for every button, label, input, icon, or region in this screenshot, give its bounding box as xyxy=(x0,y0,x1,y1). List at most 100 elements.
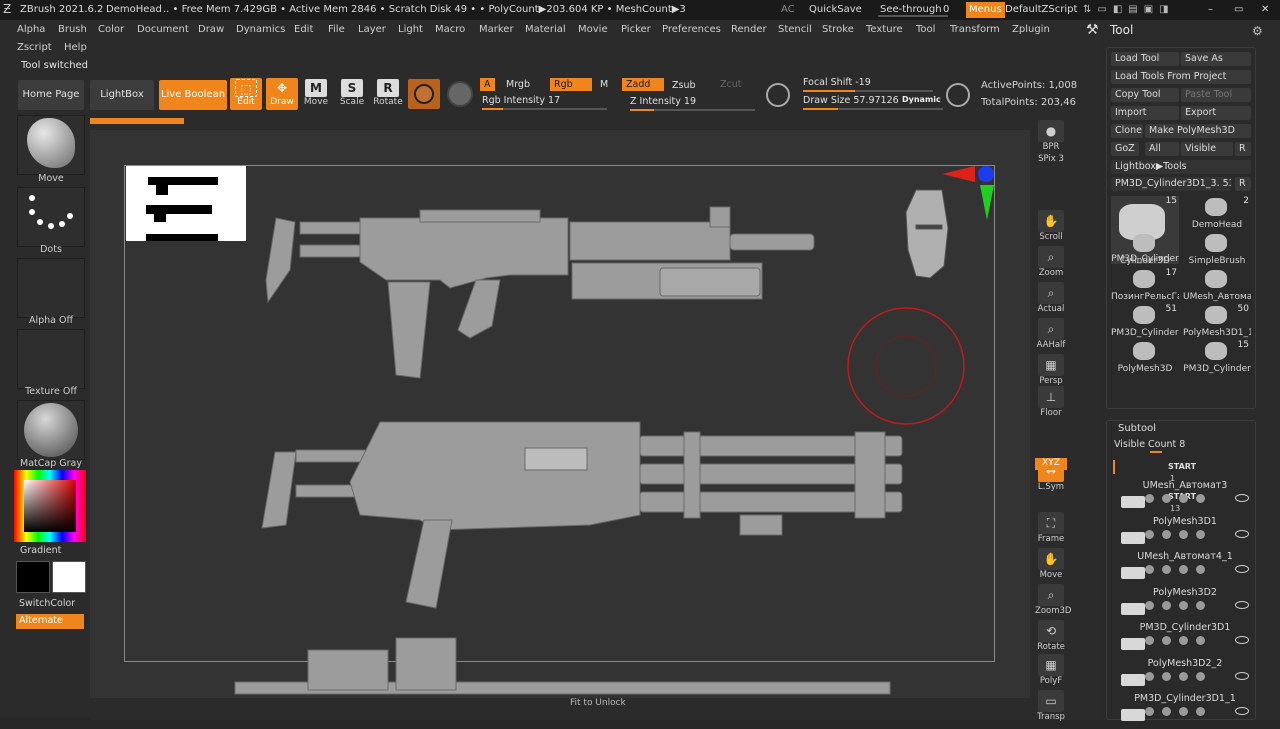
tool-thumbnail[interactable]: PM3D_Cylinder 15 xyxy=(1183,340,1251,374)
live-boolean-button[interactable]: Live Boolean xyxy=(159,80,227,110)
subtool-toggle-icon[interactable] xyxy=(1179,565,1188,574)
rgb-intensity-slider[interactable]: Rgb Intensity 17 xyxy=(482,95,607,110)
close-icon[interactable]: ✕ xyxy=(1261,4,1269,15)
subtool-toggle-icon[interactable] xyxy=(1145,565,1154,574)
tool-panel-title[interactable]: Tool xyxy=(1110,23,1133,37)
subtool-toggle-icon[interactable] xyxy=(1179,494,1188,503)
draw-d-icon[interactable] xyxy=(946,83,970,107)
zoom-button[interactable]: ⌕ Zoom xyxy=(1035,246,1067,278)
subtool-toggle-icon[interactable] xyxy=(1196,529,1205,539)
persp-button[interactable]: ▦ Persp xyxy=(1035,354,1067,386)
spix-slider[interactable]: SPix 3 xyxy=(1035,154,1067,164)
current-tool-r-button[interactable]: R xyxy=(1235,177,1251,191)
focal-shift-slider[interactable]: Focal Shift -19 xyxy=(803,77,933,92)
subtool-toggle-icon[interactable] xyxy=(1145,494,1154,503)
subtool-controls[interactable] xyxy=(1145,494,1255,506)
subtool-item[interactable]: PM3D_Cylinder3D1_1 xyxy=(1115,693,1255,729)
switchcolor-button[interactable]: SwitchColor xyxy=(19,598,75,609)
subtool-controls[interactable] xyxy=(1145,565,1255,577)
menu-item-zplugin[interactable]: Zplugin xyxy=(1012,24,1050,35)
rotate-button[interactable]: ⟲ Rotate xyxy=(1035,620,1067,652)
subtool-item[interactable]: PM3D_Cylinder3D1 xyxy=(1115,622,1255,658)
default-zscript[interactable]: DefaultZScript xyxy=(1005,4,1077,15)
menu-item-texture[interactable]: Texture xyxy=(866,24,903,35)
menu-item-document[interactable]: Document xyxy=(137,24,189,35)
subtool-toggle-icon[interactable] xyxy=(1179,707,1188,716)
eye-icon[interactable] xyxy=(1235,671,1249,680)
zoom3d-button[interactable]: ⌕ Zoom3D xyxy=(1035,584,1071,616)
menu-item-draw[interactable]: Draw xyxy=(198,24,224,35)
menu-item-dynamics[interactable]: Dynamics xyxy=(236,24,285,35)
polyf-button[interactable]: ▦ PolyF xyxy=(1035,654,1067,686)
zadd-toggle[interactable]: Zadd xyxy=(622,78,664,91)
menu-item-movie[interactable]: Movie xyxy=(578,24,608,35)
tool-thumbnail[interactable]: PolyMesh3D xyxy=(1111,340,1179,374)
tool-thumbnail[interactable]: PolyMesh3D1_1 50 xyxy=(1183,304,1251,338)
menu-item-preferences[interactable]: Preferences xyxy=(662,24,721,35)
subtool-title[interactable]: Subtool xyxy=(1118,423,1156,434)
menu-item-layer[interactable]: Layer xyxy=(358,24,386,35)
color-square[interactable] xyxy=(24,480,76,532)
subtool-toggle-icon[interactable] xyxy=(1196,494,1205,503)
menu-item-help[interactable]: Help xyxy=(64,42,87,53)
viewport-scene[interactable] xyxy=(90,130,1030,698)
texture-thumbnail[interactable] xyxy=(17,329,85,389)
focal-s-icon[interactable] xyxy=(766,83,790,107)
eye-icon[interactable] xyxy=(1235,494,1249,502)
copy-tool-button[interactable]: Copy Tool xyxy=(1111,88,1179,102)
subtool-item[interactable]: UMesh_Автомат4_1 xyxy=(1115,551,1255,587)
eye-icon[interactable] xyxy=(1235,565,1249,573)
subtool-toggle-icon[interactable] xyxy=(1162,565,1171,574)
menu-item-brush[interactable]: Brush xyxy=(58,24,87,35)
subtool-toggle-icon[interactable] xyxy=(1179,529,1188,539)
main-color-swatch[interactable] xyxy=(16,561,50,593)
subtool-controls[interactable] xyxy=(1145,600,1255,613)
home-page-button[interactable]: Home Page xyxy=(18,80,84,110)
window-layout-icons[interactable]: ⇅▭◧▤▣◨ xyxy=(1083,4,1175,15)
subtool-controls[interactable] xyxy=(1145,529,1255,542)
floor-button[interactable]: ⊥ Floor xyxy=(1035,386,1067,418)
lightbox-tools-button[interactable]: Lightbox▶Tools xyxy=(1111,160,1251,174)
material-sphere-button[interactable] xyxy=(408,79,440,109)
minimize-icon[interactable]: – xyxy=(1208,4,1213,15)
menu-item-transform[interactable]: Transform xyxy=(950,24,1000,35)
subtool-toggle-icon[interactable] xyxy=(1145,671,1154,681)
menu-item-light[interactable]: Light xyxy=(398,24,423,35)
r-button[interactable]: R xyxy=(1235,142,1251,156)
save-as-button[interactable]: Save As xyxy=(1181,52,1251,66)
subtool-toggle-icon[interactable] xyxy=(1162,671,1171,681)
tool-thumbnail[interactable]: Cylinder3D xyxy=(1111,232,1179,266)
gradient-label[interactable]: Gradient xyxy=(20,545,61,556)
menu-item-stencil[interactable]: Stencil xyxy=(778,24,812,35)
mrgb-toggle[interactable]: Mrgb xyxy=(502,78,534,91)
aahalf-button[interactable]: ⌕ AAHalf xyxy=(1035,318,1067,350)
paste-tool-button[interactable]: Paste Tool xyxy=(1181,88,1251,102)
quicksave-button[interactable]: QuickSave xyxy=(809,4,862,15)
menu-item-render[interactable]: Render xyxy=(731,24,767,35)
see-through-label[interactable]: See-through xyxy=(880,4,942,15)
menu-item-picker[interactable]: Picker xyxy=(621,24,651,35)
tool-thumbnail[interactable]: SimpleBrush xyxy=(1183,232,1251,266)
eye-icon[interactable] xyxy=(1235,529,1249,538)
export-button[interactable]: Export xyxy=(1181,106,1251,120)
subtool-toggle-icon[interactable] xyxy=(1196,600,1205,610)
scale-button[interactable]: S Scale xyxy=(336,78,368,110)
eye-icon[interactable] xyxy=(1235,707,1249,715)
stroke-thumbnail[interactable] xyxy=(17,187,85,247)
visible-button[interactable]: Visible xyxy=(1181,142,1233,156)
subtool-toggle-icon[interactable] xyxy=(1162,636,1171,645)
panel-settings-icon[interactable]: ⚙ xyxy=(1252,24,1263,38)
alpha-thumbnail[interactable] xyxy=(17,258,85,318)
load-tools-from-project-button[interactable]: Load Tools From Project xyxy=(1111,70,1251,84)
menu-item-file[interactable]: File xyxy=(328,24,345,35)
material-thumbnail[interactable] xyxy=(17,400,85,460)
menu-item-color[interactable]: Color xyxy=(98,24,124,35)
load-tool-button[interactable]: Load Tool xyxy=(1111,52,1179,66)
third-model[interactable] xyxy=(234,637,891,695)
subtool-controls[interactable] xyxy=(1145,671,1255,684)
edit-button[interactable]: ⬚ Edit xyxy=(230,78,262,110)
subtool-toggle-icon[interactable] xyxy=(1145,529,1154,539)
a-toggle[interactable]: A xyxy=(480,78,495,91)
ac-button[interactable]: AC xyxy=(781,4,795,15)
scroll-button[interactable]: ✋ Scroll xyxy=(1035,210,1067,242)
